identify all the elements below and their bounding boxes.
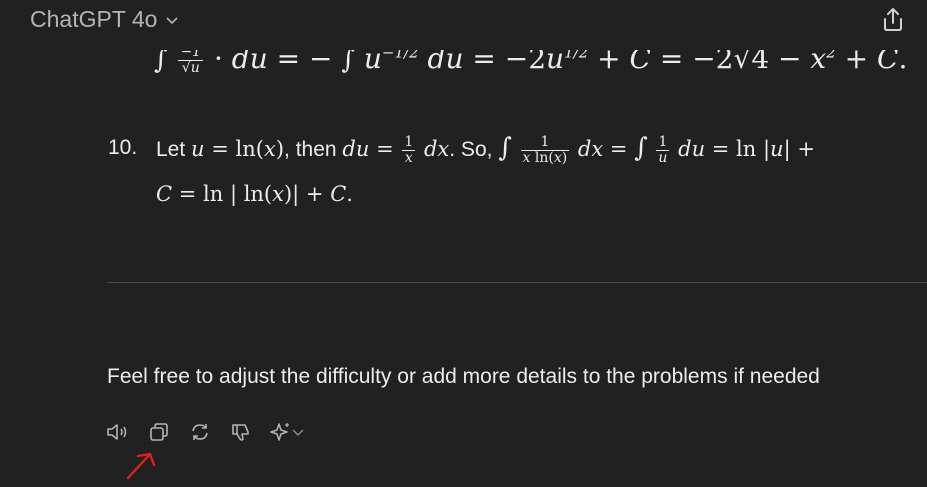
previous-solution-line: ∫ −1 √u · du = − ∫ u−1/2 du = −2u1/2 + C … bbox=[154, 50, 927, 88]
model-selector[interactable]: ChatGPT 4o bbox=[30, 6, 179, 33]
regenerate-button[interactable] bbox=[186, 418, 214, 446]
thumbs-down-icon bbox=[232, 424, 249, 441]
regenerate-icon bbox=[192, 424, 208, 440]
share-icon[interactable] bbox=[877, 3, 909, 35]
sparkle-icon bbox=[270, 423, 304, 441]
copy-button[interactable] bbox=[145, 418, 173, 446]
model-name: ChatGPT 4o bbox=[30, 6, 158, 32]
previous-solution-math: ∫ −1 √u · du = − ∫ u−1/2 du = −2u1/2 + C … bbox=[154, 50, 907, 76]
item-number: 10. bbox=[108, 136, 138, 159]
so-word: . So, bbox=[449, 138, 493, 161]
closing-message: Feel free to adjust the difficulty or ad… bbox=[107, 365, 820, 388]
chevron-down-icon bbox=[166, 16, 178, 24]
read-aloud-button[interactable] bbox=[104, 418, 132, 446]
chat-header: ChatGPT 4o bbox=[0, 0, 927, 40]
dislike-button[interactable] bbox=[227, 418, 255, 446]
item-10-text: Let u = ln(x), then du = 1x dx. So, ∫ 1x… bbox=[156, 133, 815, 206]
copy-icon bbox=[150, 423, 168, 441]
switch-model-button[interactable] bbox=[268, 418, 312, 446]
solution-item-10: 10. Let u = ln(x), then du = 1x dx. So, … bbox=[108, 126, 927, 216]
let-word: Let bbox=[156, 138, 186, 161]
read-aloud-icon bbox=[107, 424, 127, 440]
then-word: , then bbox=[284, 138, 337, 161]
message-actions bbox=[104, 418, 312, 446]
section-divider bbox=[107, 282, 927, 283]
red-arrow-annotation bbox=[126, 452, 156, 480]
